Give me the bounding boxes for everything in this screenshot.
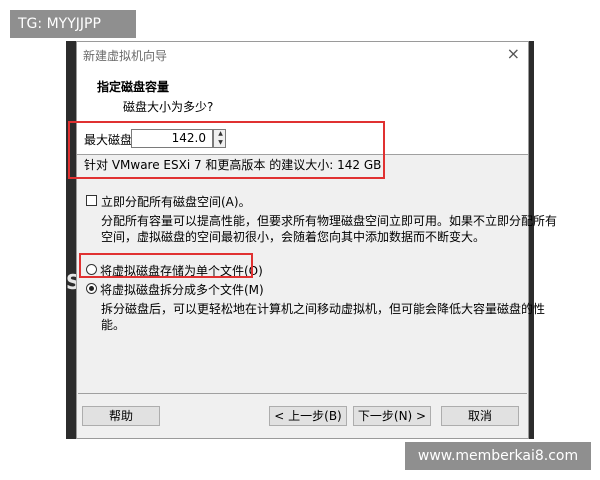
allocate-all-label[interactable]: 立即分配所有磁盘空间(A)。 [101, 193, 251, 210]
allocate-desc-line2: 空间，虚拟磁盘的空间最初很小，会随着您向其中添加数据而不断变大。 [101, 230, 486, 244]
window-title: 新建虚拟机向导 [83, 49, 168, 63]
highlight-box-size [68, 121, 385, 179]
allocate-all-checkbox[interactable] [86, 195, 97, 206]
page-subtitle: 磁盘大小为多少? [123, 100, 214, 114]
title-bar: 新建虚拟机向导 × [77, 42, 528, 69]
help-button[interactable]: 帮助 [82, 406, 160, 426]
watermark-top: TG: MYYJJPP [10, 10, 136, 38]
multi-file-radio[interactable] [86, 283, 97, 294]
cancel-button[interactable]: 取消 [441, 406, 519, 426]
close-icon[interactable]: × [507, 44, 520, 63]
next-button[interactable]: 下一步(N) > [353, 406, 431, 426]
page-title: 指定磁盘容量 [97, 80, 170, 94]
highlight-box-single [79, 253, 253, 278]
multi-desc-line1: 拆分磁盘后，可以更轻松地在计算机之间移动虚拟机，但可能会降低大容量磁盘的性 [101, 302, 546, 316]
button-separator [78, 393, 527, 394]
watermark-bottom: www.memberkai8.com [405, 442, 591, 470]
allocate-desc-line1: 分配所有容量可以提高性能，但要求所有物理磁盘空间立即可用。如果不立即分配所有 [101, 214, 558, 228]
back-button[interactable]: < 上一步(B) [269, 406, 347, 426]
multi-desc-line2: 能。 [101, 318, 126, 332]
multi-file-label[interactable]: 将虚拟磁盘拆分成多个文件(M) [100, 281, 264, 298]
